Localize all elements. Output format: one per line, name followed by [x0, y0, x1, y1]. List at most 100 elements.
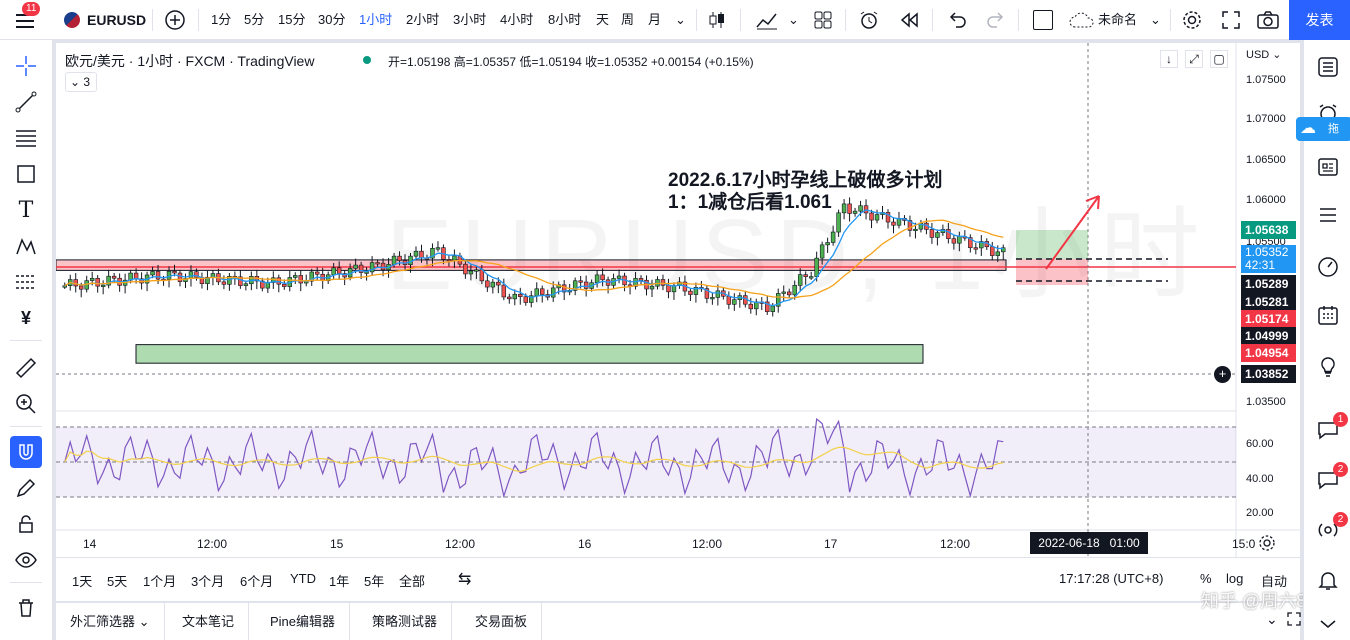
chart-legend-title[interactable]: 欧元/美元 · 1小时 · FXCM · TradingView — [65, 51, 314, 71]
percent-scale-toggle[interactable]: % — [1200, 571, 1212, 586]
range-1d[interactable]: 1天 — [72, 571, 92, 590]
range-6m[interactable]: 6个月 — [240, 571, 273, 590]
symbol-search[interactable]: EURUSD — [87, 0, 146, 40]
interval-1m[interactable]: 1分 — [211, 0, 231, 40]
time-tick: 15:0 — [1232, 537, 1256, 551]
fib-tool[interactable] — [10, 122, 42, 154]
range-1m[interactable]: 1个月 — [143, 571, 176, 590]
icon-tool[interactable]: ¥ — [10, 302, 42, 334]
go-to-date-button[interactable]: ⇆ — [458, 569, 471, 589]
annotation-line-2[interactable]: 1：1减仓后看1.061 — [668, 187, 832, 214]
undo-button[interactable] — [946, 9, 968, 36]
hotlist-button[interactable] — [1313, 252, 1343, 282]
interval-week[interactable]: 周 — [621, 0, 634, 40]
interval-3h[interactable]: 3小时 — [453, 0, 486, 40]
fullscreen-layout-button[interactable] — [1033, 10, 1053, 30]
pane-maximize-button[interactable]: ⤢ — [1185, 50, 1203, 68]
range-all[interactable]: 全部 — [399, 571, 425, 590]
notifications-bell-button[interactable] — [1313, 565, 1343, 595]
publish-button[interactable]: 发表 — [1289, 0, 1350, 40]
tab-forex-screener[interactable]: 外汇筛选器 ⌄ — [56, 603, 165, 640]
redo-button[interactable] — [985, 9, 1007, 36]
trend-line-tool[interactable] — [10, 86, 42, 118]
interval-15m[interactable]: 15分 — [278, 0, 305, 40]
shape-tool[interactable] — [10, 158, 42, 190]
candle-body — [808, 276, 814, 279]
price-chart[interactable] — [56, 43, 1300, 601]
candle-body — [408, 255, 413, 265]
crosshair-tool[interactable] — [10, 50, 42, 82]
remove-drawings-button[interactable] — [10, 592, 42, 624]
candle-body — [293, 275, 298, 278]
ideas-button[interactable] — [1313, 352, 1343, 382]
camera-icon — [1257, 11, 1279, 29]
settings-button[interactable] — [1181, 9, 1203, 36]
interval-5m[interactable]: 5分 — [244, 0, 264, 40]
time-tick: 16 — [578, 537, 592, 551]
chart-type-button[interactable] — [706, 9, 728, 36]
templates-button[interactable] — [813, 10, 833, 35]
replay-button[interactable] — [898, 9, 920, 36]
interval-1h[interactable]: 1小时 — [359, 0, 392, 40]
help-button[interactable] — [1313, 608, 1343, 638]
pattern-tool[interactable] — [10, 230, 42, 262]
range-ytd[interactable]: YTD — [290, 571, 316, 586]
time-axis-settings-button[interactable] — [1258, 534, 1276, 557]
candle-body — [594, 274, 600, 284]
candle-body — [243, 283, 249, 286]
range-1y[interactable]: 1年 — [329, 571, 349, 590]
range-5d[interactable]: 5天 — [107, 571, 127, 590]
notification-badge: 2 — [1333, 512, 1348, 527]
interval-2h[interactable]: 2小时 — [406, 0, 439, 40]
baidu-drag-tag[interactable]: ☁ 拖 — [1296, 117, 1350, 141]
hide-drawings-toggle[interactable] — [10, 544, 42, 576]
candle-body — [583, 281, 589, 289]
pane-down-button[interactable]: ↓ — [1160, 50, 1178, 68]
tab-strategy-tester[interactable]: 策略测试器 — [358, 603, 453, 640]
indicators-toggle[interactable]: ⌄ 3 — [65, 72, 97, 92]
tab-trading-panel[interactable]: 交易面板 — [461, 603, 543, 640]
lock-drawings-toggle[interactable] — [10, 508, 42, 540]
interval-dropdown-chevron-icon[interactable]: ⌄ — [675, 0, 686, 40]
calendar-button[interactable] — [1313, 300, 1343, 330]
candle-body — [748, 303, 754, 310]
layout-chevron-icon[interactable]: ⌄ — [1150, 0, 1161, 40]
interval-8h[interactable]: 8小时 — [548, 0, 581, 40]
compare-add-button[interactable] — [164, 9, 186, 31]
log-scale-toggle[interactable]: log — [1226, 571, 1243, 586]
prediction-tool[interactable] — [10, 266, 42, 298]
layout-name[interactable]: 未命名 — [1098, 0, 1137, 40]
pane-restore-button[interactable]: ▢ — [1210, 50, 1228, 68]
indicators-button[interactable] — [755, 9, 779, 36]
menu-button[interactable]: 11 — [14, 2, 41, 30]
data-window-button[interactable] — [1313, 152, 1343, 182]
watchlist-button[interactable] — [1313, 52, 1343, 82]
fullscreen-button[interactable] — [1220, 9, 1242, 36]
range-5y[interactable]: 5年 — [364, 571, 384, 590]
notification-badge: 1 — [1333, 412, 1348, 427]
measure-tool[interactable] — [10, 352, 42, 384]
chart-pane[interactable]: EURUSD, 1小时 欧元/美元 · 1小时 · FXCM · Trading… — [56, 43, 1300, 601]
range-3m[interactable]: 3个月 — [191, 571, 224, 590]
crosshair-icon — [16, 56, 36, 76]
add-alert-plus-icon[interactable]: + — [1214, 366, 1231, 383]
currency-selector[interactable]: USD ⌄ — [1246, 48, 1282, 61]
indicators-chevron-icon[interactable]: ⌄ — [788, 0, 799, 40]
interval-4h[interactable]: 4小时 — [500, 0, 533, 40]
tab-text-notes[interactable]: 文本笔记 — [168, 603, 250, 640]
drawing-mode-toggle[interactable] — [10, 472, 42, 504]
tab-pine-editor[interactable]: Pine编辑器 — [256, 603, 351, 640]
magnet-mode-toggle[interactable] — [10, 436, 42, 468]
collapse-panel-button[interactable]: ⌄ — [1266, 611, 1278, 628]
maximize-panel-button[interactable] — [1286, 611, 1302, 632]
screener-button[interactable] — [1313, 200, 1343, 230]
interval-month[interactable]: 月 — [648, 0, 661, 40]
interval-30m[interactable]: 30分 — [318, 0, 345, 40]
text-tool[interactable]: T — [10, 194, 42, 226]
alert-button[interactable] — [858, 9, 880, 36]
calendar-arrow-icon: ⇆ — [458, 571, 472, 588]
clock-timezone[interactable]: 17:17:28 (UTC+8) — [1059, 571, 1163, 586]
zoom-tool[interactable] — [10, 388, 42, 420]
snapshot-button[interactable] — [1256, 9, 1280, 36]
interval-day[interactable]: 天 — [596, 0, 609, 40]
